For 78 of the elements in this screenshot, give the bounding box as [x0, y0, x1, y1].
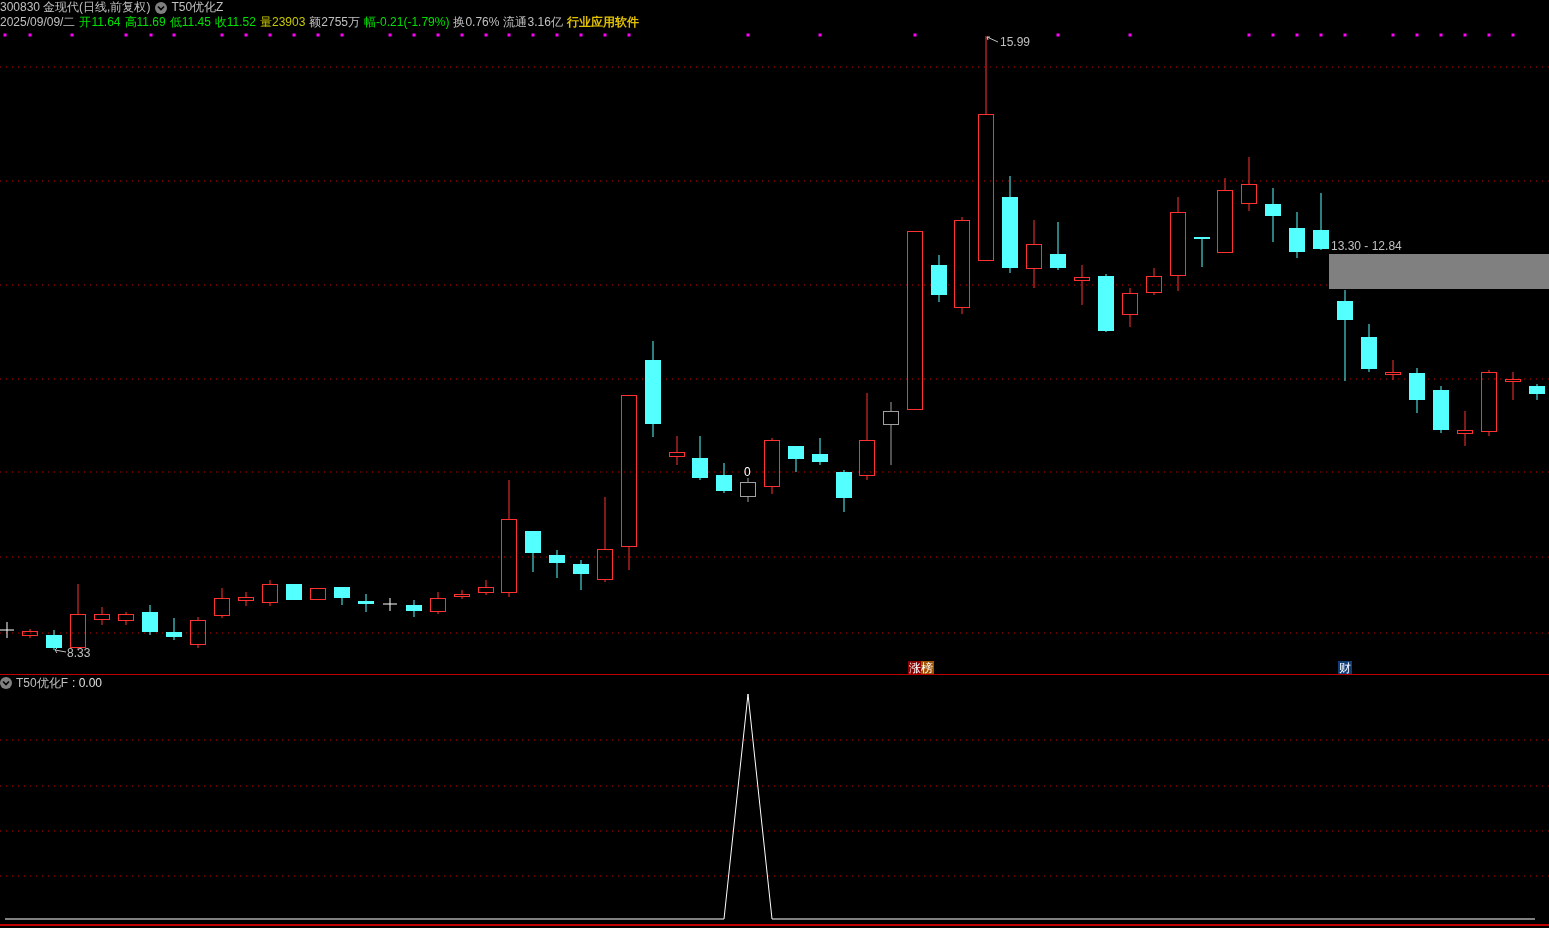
candlestick [286, 583, 302, 601]
candlestick [22, 628, 38, 639]
price-range-label: 13.30 - 12.84 [1331, 239, 1402, 253]
candlestick [430, 591, 446, 615]
candlestick [238, 591, 254, 607]
chart-period: (日线,前复权) [79, 0, 151, 15]
candlestick [46, 629, 62, 651]
candlestick [573, 559, 589, 591]
candlestick [406, 599, 422, 618]
candlestick [788, 445, 804, 473]
candlestick [358, 593, 374, 613]
candlestick [740, 477, 756, 503]
high-price-label: 15.99 [1000, 35, 1031, 49]
candlestick [478, 579, 494, 596]
signal-value: 0 [744, 465, 751, 479]
dropdown-icon[interactable] [155, 1, 168, 14]
candlestick [931, 254, 947, 303]
candlestick [1265, 187, 1281, 243]
candlestick [1529, 383, 1545, 401]
candlestick [692, 435, 708, 481]
quote-field: 低11.45 [169, 15, 211, 30]
candlestick [1194, 236, 1210, 268]
quote-field: 流通3.16亿 [503, 15, 563, 30]
stock-code: 300830 [0, 0, 41, 15]
candlestick [142, 604, 158, 636]
candlestick [1481, 369, 1497, 437]
candlestick [1505, 371, 1521, 401]
quote-field: 收11.52 [214, 15, 256, 30]
candlestick [812, 437, 828, 466]
finance-tag[interactable]: 财 [1338, 661, 1352, 674]
date-label: 2025/09/09/二 [0, 15, 76, 30]
candlestick [1026, 219, 1042, 289]
candlestick [190, 616, 206, 649]
quote-field: 换0.76% [453, 15, 500, 30]
candlestick [382, 597, 398, 612]
candlestick [94, 606, 110, 626]
candlestick [1122, 287, 1138, 328]
candlestick [1050, 221, 1066, 271]
candlestick [118, 611, 134, 626]
candlestick [1361, 323, 1377, 373]
candlestick [0, 621, 15, 639]
leader-line [54, 647, 67, 654]
candlestick [1409, 367, 1425, 414]
candlestick [334, 586, 350, 606]
candlestick [549, 549, 565, 579]
candlestick [525, 530, 541, 573]
candlestick [883, 401, 899, 466]
indicator-title: T50优化F [16, 674, 68, 692]
quote-field: 量23903 [259, 15, 306, 30]
quote-field: 幅-0.21(-1.79%) [364, 15, 450, 30]
leader-line [986, 36, 999, 43]
candlestick [262, 579, 278, 607]
candlestick [454, 589, 470, 600]
stock-name: 金现代 [43, 0, 80, 15]
candlestick [166, 617, 182, 641]
candlestick [1289, 211, 1305, 259]
indicator-value: : 0.00 [72, 674, 103, 692]
candlestick [669, 435, 685, 466]
quote-field: 行业应用软件 [566, 15, 639, 30]
candlestick [214, 587, 230, 619]
indicator-name: T50优化Z [171, 0, 224, 15]
candlestick [1313, 192, 1329, 251]
candlestick [1074, 264, 1090, 306]
candlestick [1146, 267, 1162, 296]
candlestick [1457, 410, 1473, 447]
quote-field: 开11.64 [79, 15, 121, 30]
candlestick [764, 437, 780, 495]
candlestick [1241, 156, 1257, 212]
candlestick [1385, 359, 1401, 381]
quote-field: 高11.69 [124, 15, 166, 30]
candlestick [310, 587, 326, 601]
low-price-label: 8.33 [67, 646, 91, 660]
candlestick [1098, 273, 1114, 333]
quote-field: 额2755万 [309, 15, 361, 30]
candlestick [836, 469, 852, 513]
dropdown-icon[interactable] [0, 677, 12, 689]
candlestick [716, 462, 732, 494]
candlestick [1433, 385, 1449, 434]
